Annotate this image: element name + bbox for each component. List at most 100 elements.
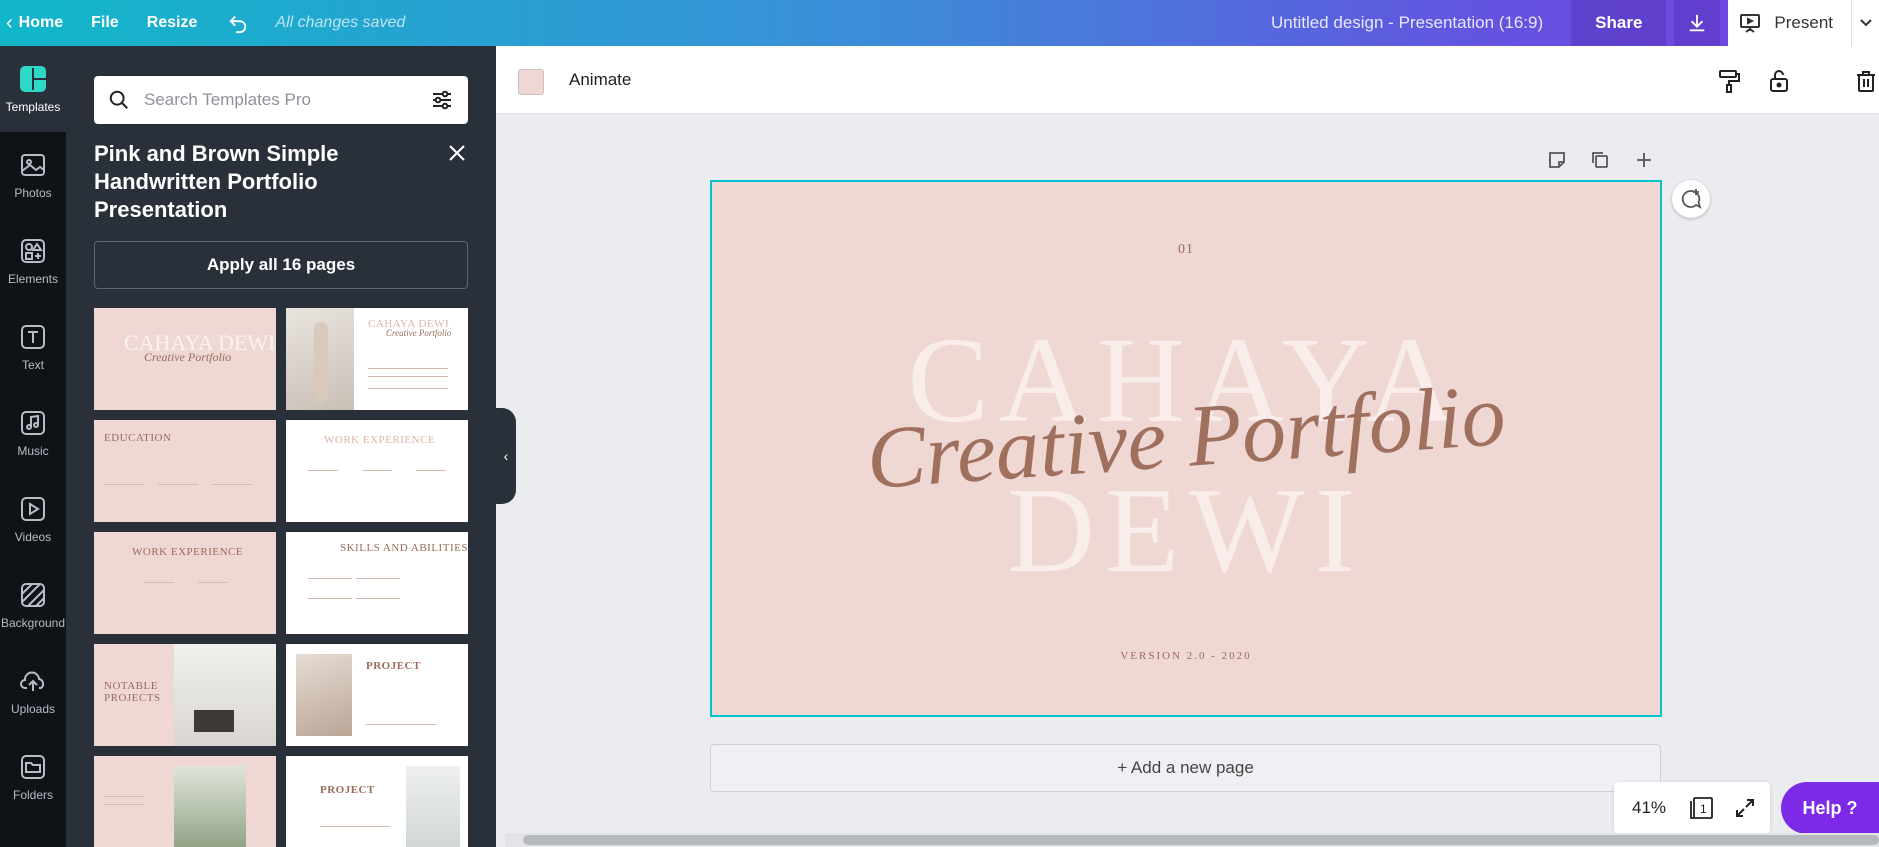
rail-label: Music: [17, 444, 49, 458]
thumb-text-line: [144, 582, 174, 583]
search-input[interactable]: [144, 90, 430, 110]
design-title[interactable]: Untitled design - Presentation (16:9): [1271, 13, 1571, 33]
rail-item-elements[interactable]: Elements: [0, 218, 66, 304]
slide-version-text[interactable]: VERSION 2.0 - 2020: [712, 650, 1660, 662]
thumb-object: [194, 710, 234, 732]
rail-label: Folders: [12, 788, 53, 802]
collapse-panel-button[interactable]: ‹: [496, 408, 516, 504]
thumb-text-line: [198, 582, 228, 583]
zoom-level[interactable]: 41%: [1632, 798, 1682, 818]
delete-button[interactable]: [1853, 68, 1879, 94]
rail-label: Uploads: [10, 702, 56, 716]
save-status: All changes saved: [275, 14, 406, 31]
thumb-text-line: [308, 598, 352, 599]
thumb-text-line: [368, 376, 448, 377]
folders-icon: [18, 752, 48, 782]
thumb-text-line: [320, 826, 390, 827]
slide-canvas[interactable]: 01 CAHAYA DEWI Creative Portfolio VERSIO…: [710, 180, 1662, 717]
template-page-thumbnail[interactable]: PROJECT: [286, 756, 468, 847]
download-button[interactable]: [1674, 0, 1721, 46]
copy-style-button[interactable]: [1716, 68, 1742, 94]
thumb-text-line: [158, 484, 198, 485]
thumb-photo: [296, 654, 352, 736]
comment-add-icon: [1681, 189, 1702, 209]
rail-item-photos[interactable]: Photos: [0, 132, 66, 218]
rail-item-background[interactable]: Background: [0, 562, 66, 648]
videos-icon: [18, 494, 48, 524]
thumb-text-line: [368, 388, 448, 389]
add-new-page-button[interactable]: + Add a new page: [710, 744, 1661, 792]
duplicate-page-icon[interactable]: [1590, 150, 1610, 170]
resize-button[interactable]: Resize: [133, 0, 212, 46]
page-count-icon[interactable]: 1: [1688, 795, 1716, 821]
add-comment-button[interactable]: [1672, 180, 1710, 218]
unlock-icon: [1770, 70, 1788, 92]
thumb-title: PROJECT: [320, 784, 375, 796]
help-button[interactable]: Help ?: [1781, 782, 1879, 834]
rail-label: Elements: [7, 272, 59, 286]
horizontal-scrollbar[interactable]: [505, 833, 1879, 847]
rail-label: Templates: [5, 100, 61, 114]
thumb-text-line: [356, 598, 400, 599]
thumb-title: WORK EXPERIENCE: [132, 546, 244, 558]
add-page-icon[interactable]: [1634, 150, 1654, 170]
chevron-left-icon: ‹: [503, 448, 509, 464]
rail-item-templates[interactable]: Templates: [0, 46, 66, 132]
close-icon: [449, 145, 465, 161]
scrollbar-thumb[interactable]: [523, 835, 1879, 845]
thumb-figure: [314, 322, 328, 402]
chevron-down-icon: [1859, 19, 1872, 27]
home-button[interactable]: ‹ Home: [0, 0, 77, 46]
lock-button[interactable]: [1766, 68, 1792, 94]
page-count: 1: [1700, 802, 1707, 816]
share-button[interactable]: Share: [1571, 0, 1667, 46]
template-page-thumbnail[interactable]: PROJECT: [286, 644, 468, 746]
top-bar: ‹ Home File Resize All changes saved Unt…: [0, 0, 1879, 46]
filter-icon[interactable]: [430, 88, 454, 112]
rail-item-text[interactable]: Text: [0, 304, 66, 390]
template-page-thumbnail[interactable]: CAHAYA DEWI Creative Portfolio: [286, 308, 468, 410]
thumb-photo: [406, 766, 460, 847]
text-icon: [18, 322, 48, 352]
file-menu-button[interactable]: File: [77, 0, 133, 46]
zoom-controls: 41% 1: [1614, 782, 1770, 834]
undo-button[interactable]: [211, 0, 265, 46]
template-page-thumbnail[interactable]: SKILLS AND ABILITIES: [286, 532, 468, 634]
apply-all-pages-button[interactable]: Apply all 16 pages: [94, 241, 468, 289]
background-color-swatch[interactable]: [518, 69, 544, 95]
download-icon: [1690, 14, 1705, 32]
fullscreen-icon[interactable]: [1734, 797, 1756, 819]
template-title: Pink and Brown Simple Handwritten Portfo…: [94, 141, 339, 222]
rail-item-music[interactable]: Music: [0, 390, 66, 476]
present-options-button[interactable]: [1851, 0, 1879, 46]
template-page-thumbnail[interactable]: [94, 756, 276, 847]
editor-toolbar: Animate: [496, 46, 1879, 114]
thumb-title: NOTABLE PROJECTS: [104, 680, 161, 704]
close-template-button[interactable]: [446, 142, 470, 166]
templates-panel: Pink and Brown Simple Handwritten Portfo…: [66, 46, 496, 847]
template-page-thumbnail[interactable]: WORK EXPERIENCE: [94, 532, 276, 634]
elements-icon: [18, 236, 48, 266]
present-button[interactable]: Present: [1728, 0, 1851, 46]
thumb-photo: [174, 766, 246, 847]
thumb-text-line: [356, 578, 400, 579]
template-page-thumbnail[interactable]: EDUCATION: [94, 420, 276, 522]
slide-page-number[interactable]: 01: [712, 242, 1660, 258]
animate-button[interactable]: Animate: [569, 46, 631, 114]
thumb-script: Creative Portfolio: [144, 350, 232, 364]
thumb-text-line: [104, 484, 144, 485]
template-page-thumbnail[interactable]: CAHAYA DEWI Creative Portfolio: [94, 308, 276, 410]
rail-item-videos[interactable]: Videos: [0, 476, 66, 562]
notes-icon[interactable]: [1547, 150, 1567, 170]
template-page-thumbnail[interactable]: NOTABLE PROJECTS: [94, 644, 276, 746]
rail-item-uploads[interactable]: Uploads: [0, 648, 66, 734]
home-label: Home: [18, 14, 64, 31]
template-page-thumbnail[interactable]: WORK EXPERIENCE: [286, 420, 468, 522]
background-icon: [18, 580, 48, 610]
rail-item-folders[interactable]: Folders: [0, 734, 66, 820]
thumb-title: PROJECT: [366, 660, 421, 672]
template-search[interactable]: [94, 76, 468, 124]
templates-icon: [18, 64, 48, 94]
uploads-icon: [18, 666, 48, 696]
undo-icon: [229, 15, 247, 34]
